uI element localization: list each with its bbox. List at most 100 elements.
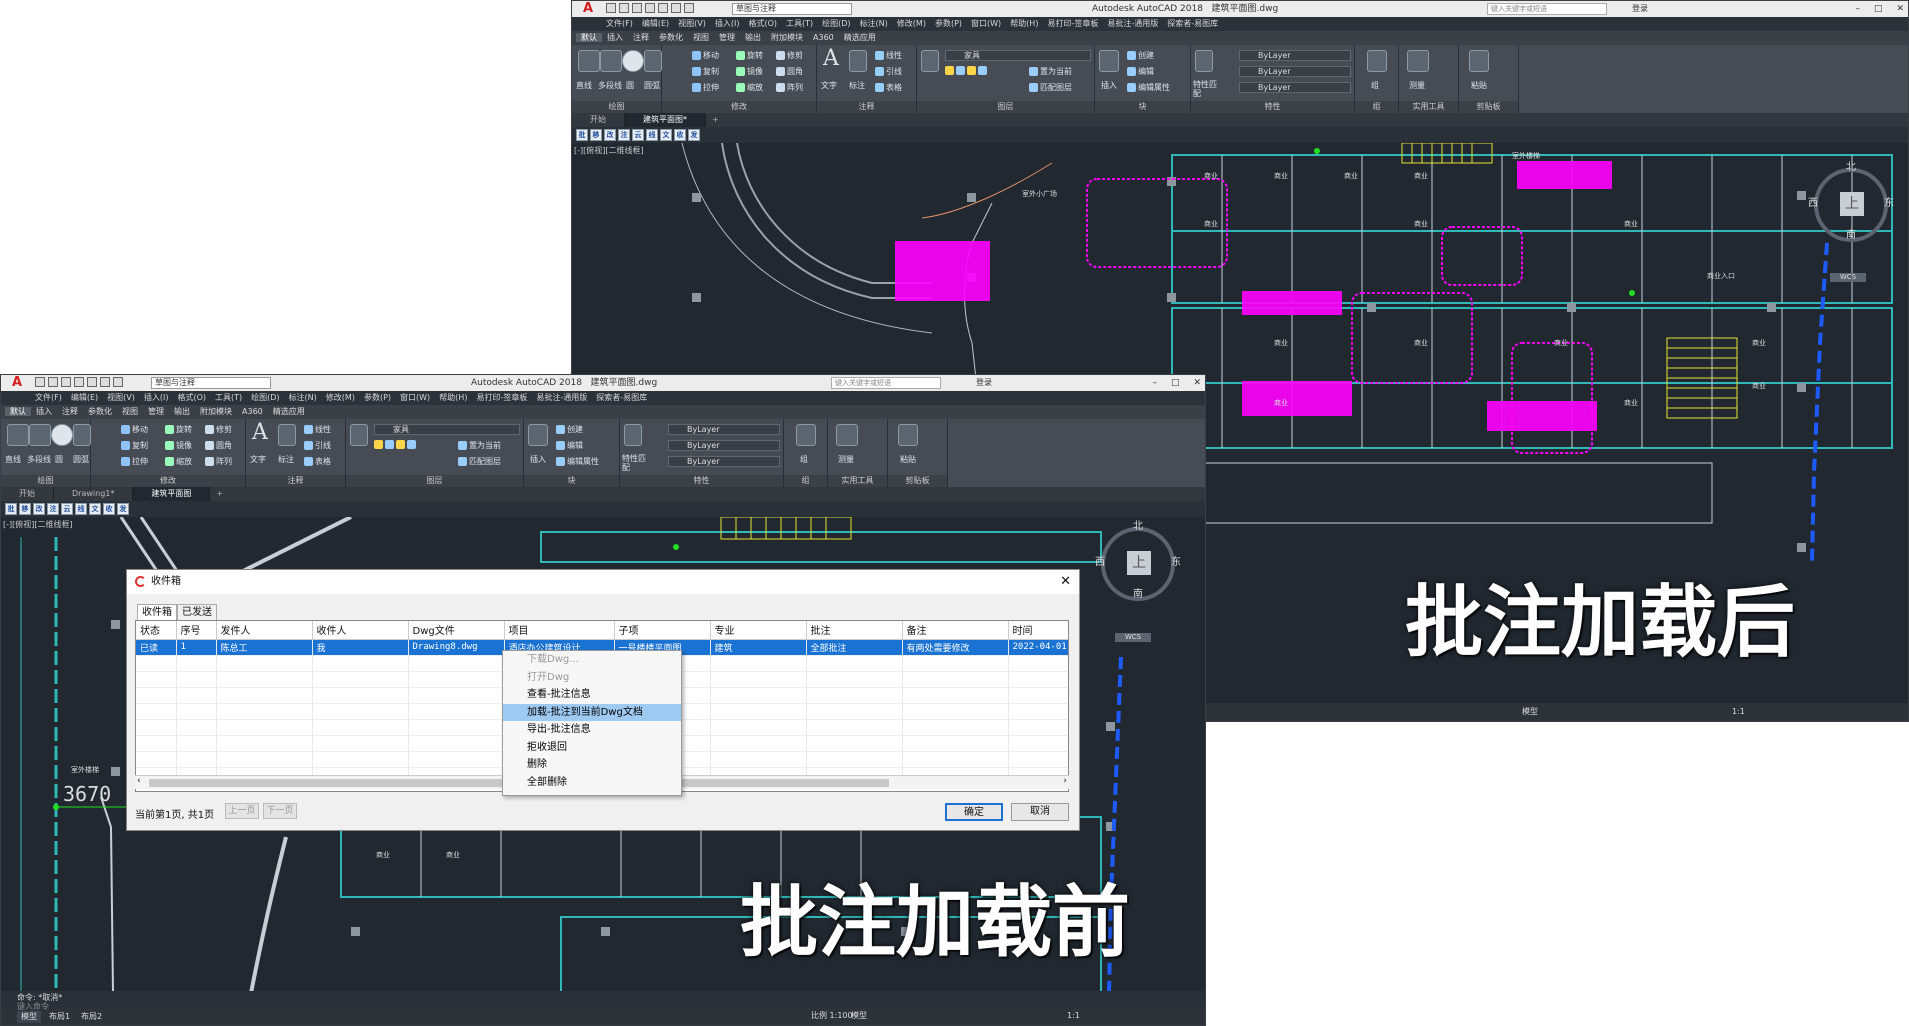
tab-inbox[interactable]: 收件箱: [137, 604, 177, 620]
tool-icon[interactable]: 改: [604, 129, 616, 141]
linetype-dropdown[interactable]: ByLayer: [1239, 66, 1351, 77]
layer-properties-icon[interactable]: [350, 424, 368, 446]
group-icon[interactable]: [796, 424, 816, 446]
text-icon[interactable]: A: [823, 46, 839, 71]
ribbon-tab[interactable]: 输出: [169, 407, 195, 416]
tab-drawing[interactable]: 建筑平面图*: [625, 113, 706, 127]
menu-item[interactable]: 窗口(W): [971, 19, 1001, 28]
group-label[interactable]: 组: [1371, 80, 1379, 91]
group-icon[interactable]: [1367, 50, 1387, 72]
group-label[interactable]: 组: [800, 454, 808, 465]
measure-label[interactable]: 测量: [838, 454, 854, 465]
context-menu-item[interactable]: 查看-批注信息: [503, 686, 681, 704]
measure-icon[interactable]: [836, 424, 858, 446]
new-icon[interactable]: [606, 3, 616, 13]
linetype-dropdown[interactable]: ByLayer: [668, 440, 780, 451]
print-icon[interactable]: [658, 3, 668, 13]
maximize-icon[interactable]: □: [1874, 1, 1883, 17]
layer-dropdown[interactable]: 家具: [374, 424, 520, 435]
polyline-label[interactable]: 多段线: [598, 80, 622, 91]
arc-icon[interactable]: [73, 424, 91, 446]
saveas-icon[interactable]: [74, 377, 84, 387]
circle-label[interactable]: 圆: [55, 454, 63, 465]
edit-attributes[interactable]: 编辑属性: [1127, 82, 1170, 93]
plot-scale[interactable]: 比例 1:100: [811, 1007, 853, 1025]
context-menu-item[interactable]: 加载-批注到当前Dwg文档: [503, 703, 681, 721]
lineweight-dropdown[interactable]: ByLayer: [1239, 82, 1351, 93]
undo-icon[interactable]: [671, 3, 681, 13]
tab-drawing[interactable]: 建筑平面图: [133, 487, 211, 501]
column-header[interactable]: 子项: [614, 621, 711, 640]
scroll-left-icon[interactable]: ‹: [137, 776, 141, 786]
panel-layers-title[interactable]: 图层: [346, 475, 523, 487]
insert-icon[interactable]: [1099, 50, 1119, 72]
arc-icon[interactable]: [644, 50, 662, 72]
compass-east[interactable]: 东: [1884, 194, 1894, 209]
paste-icon[interactable]: [898, 424, 918, 446]
new-tab-icon[interactable]: +: [706, 115, 725, 124]
leader-tool[interactable]: 引线: [875, 66, 902, 77]
viewcube-top[interactable]: 上: [1127, 551, 1151, 575]
menu-item[interactable]: 修改(M): [326, 393, 355, 402]
menu-item[interactable]: 修改(M): [897, 19, 926, 28]
panel-modify-title[interactable]: 修改: [91, 475, 245, 487]
match-properties-icon[interactable]: [1195, 50, 1213, 72]
table-tool[interactable]: 表格: [304, 456, 331, 467]
trim-tool[interactable]: 修剪: [776, 50, 803, 61]
menu-item[interactable]: 工具(T): [786, 19, 813, 28]
compass-west[interactable]: 西: [1808, 194, 1818, 209]
edit-block[interactable]: 编辑: [1127, 66, 1154, 77]
tab-start[interactable]: 开始: [1, 487, 54, 501]
ribbon-tab[interactable]: 参数化: [83, 407, 117, 416]
layout-tab-model[interactable]: 模型: [17, 1011, 41, 1023]
tool-icon[interactable]: 收: [103, 503, 115, 515]
set-current-layer[interactable]: 置为当前: [1029, 66, 1072, 77]
context-menu-item[interactable]: 拒收退回: [503, 739, 681, 757]
menu-item[interactable]: 易批注-通用版: [536, 393, 587, 402]
layer-dropdown[interactable]: 家具: [945, 50, 1091, 61]
autocad-logo-icon[interactable]: A: [574, 2, 602, 16]
viewcube[interactable]: 上 北 南 东 西: [1808, 162, 1894, 242]
text-icon[interactable]: A: [252, 420, 268, 445]
array-tool[interactable]: 阵列: [205, 456, 232, 467]
autocad-logo-icon[interactable]: A: [3, 376, 31, 390]
maximize-icon[interactable]: □: [1171, 375, 1180, 391]
wcs-menu[interactable]: WCS: [1830, 273, 1866, 282]
tool-icon[interactable]: 文: [89, 503, 101, 515]
panel-group-title[interactable]: 组: [1355, 101, 1398, 113]
column-header[interactable]: 收件人: [312, 621, 409, 640]
panel-annotation-title[interactable]: 注释: [246, 475, 345, 487]
cancel-button[interactable]: 取消: [1011, 803, 1069, 821]
line-icon[interactable]: [578, 50, 600, 72]
ribbon-tab[interactable]: 默认: [5, 407, 31, 416]
menu-item[interactable]: 视图(V): [107, 393, 135, 402]
panel-utilities-title[interactable]: 实用工具: [828, 475, 887, 487]
menu-item[interactable]: 参数(P): [935, 19, 962, 28]
login-button[interactable]: 登录: [1632, 1, 1648, 17]
layer-properties-icon[interactable]: [921, 50, 939, 72]
panel-utilities-title[interactable]: 实用工具: [1399, 101, 1458, 113]
tool-icon[interactable]: 云: [61, 503, 73, 515]
saveas-icon[interactable]: [645, 3, 655, 13]
annotation-scale[interactable]: 1:1: [1732, 703, 1745, 721]
viewcube-top[interactable]: 上: [1840, 192, 1864, 216]
panel-draw-title[interactable]: 绘图: [572, 101, 661, 113]
tool-icon[interactable]: 线: [646, 129, 658, 141]
tool-icon[interactable]: 注: [47, 503, 59, 515]
polyline-label[interactable]: 多段线: [27, 454, 51, 465]
model-button[interactable]: 模型: [1522, 703, 1538, 721]
panel-block-title[interactable]: 块: [1095, 101, 1190, 113]
panel-annotation-title[interactable]: 注释: [817, 101, 916, 113]
ribbon-tab[interactable]: 精选应用: [839, 33, 881, 42]
text-label[interactable]: 文字: [250, 454, 266, 465]
match-properties-label[interactable]: 特性匹配: [622, 454, 646, 472]
compass-east[interactable]: 东: [1171, 553, 1181, 568]
menu-item[interactable]: 工具(T): [215, 393, 242, 402]
context-menu-item[interactable]: 删除: [503, 756, 681, 774]
column-header[interactable]: 专业: [710, 621, 807, 640]
dimension-label[interactable]: 标注: [849, 80, 865, 91]
panel-layers-title[interactable]: 图层: [917, 101, 1094, 113]
line-label[interactable]: 直线: [576, 80, 592, 91]
annotation-scale[interactable]: 1:1: [1067, 1007, 1080, 1025]
menu-item[interactable]: 编辑(E): [642, 19, 669, 28]
